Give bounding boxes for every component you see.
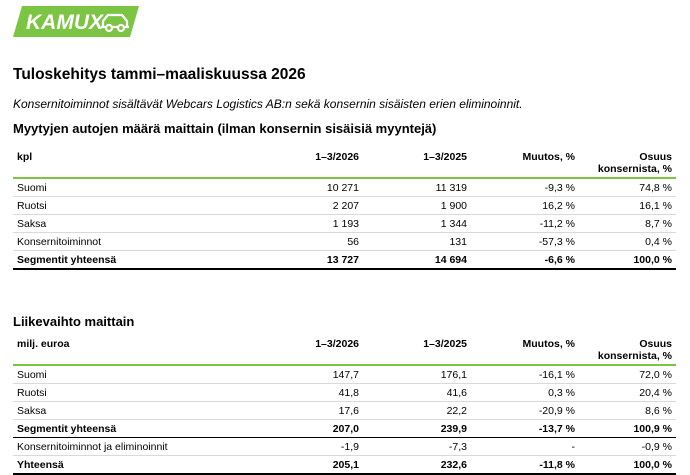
column-header: Muutos, % [471, 335, 579, 366]
row-label: Segmentit yhteensä [13, 419, 208, 438]
row-label: Ruotsi [13, 383, 208, 402]
cell: 176,1 [363, 365, 471, 384]
cell: 1 193 [208, 214, 363, 233]
table-row: Ruotsi 2 207 1 900 16,2 % 16,1 % [13, 196, 676, 215]
cell: 74,8 % [579, 178, 676, 197]
row-label: Saksa [13, 214, 208, 233]
cell: 2 207 [208, 196, 363, 215]
cell: -6,6 % [471, 250, 579, 270]
cell: 207,0 [208, 419, 363, 438]
column-header: kpl [13, 148, 208, 179]
column-header: milj. euroa [13, 335, 208, 366]
cell: 56 [208, 232, 363, 251]
row-label: Segmentit yhteensä [13, 250, 208, 270]
total-row: Segmentit yhteensä 13 727 14 694 -6,6 % … [13, 250, 676, 270]
table-row: Suomi 147,7 176,1 -16,1 % 72,0 % [13, 365, 676, 384]
table-row: Ruotsi 41,8 41,6 0,3 % 20,4 % [13, 383, 676, 402]
page-title: Tuloskehitys tammi–maaliskuussa 2026 [13, 66, 306, 83]
column-header: 1–3/2025 [363, 335, 471, 366]
cell: 11 319 [363, 178, 471, 197]
column-header: Osuus konsernista, % [579, 335, 676, 366]
cell: - [471, 437, 579, 456]
revenue-table: milj. euroa 1–3/2026 1–3/2025 Muutos, % … [13, 335, 676, 475]
cell: -7,3 [363, 437, 471, 456]
cell: -1,9 [208, 437, 363, 456]
cell: 239,9 [363, 419, 471, 438]
cell: 205,1 [208, 455, 363, 475]
cell: -16,1 % [471, 365, 579, 384]
table-header-row: milj. euroa 1–3/2026 1–3/2025 Muutos, % … [13, 335, 676, 366]
cell: -0,9 % [579, 437, 676, 456]
column-header: 1–3/2025 [363, 148, 471, 179]
cell: 72,0 % [579, 365, 676, 384]
cell: 10 271 [208, 178, 363, 197]
cell: 41,6 [363, 383, 471, 402]
cell: -57,3 % [471, 232, 579, 251]
cell: 14 694 [363, 250, 471, 270]
row-label: Konsernitoiminnot [13, 232, 208, 251]
row-label: Yhteensä [13, 455, 208, 475]
cell: 16,1 % [579, 196, 676, 215]
cell: -11,8 % [471, 455, 579, 475]
cell: -13,7 % [471, 419, 579, 438]
cell: 0,4 % [579, 232, 676, 251]
cell: 8,6 % [579, 401, 676, 420]
table-row: Saksa 1 193 1 344 -11,2 % 8,7 % [13, 214, 676, 233]
revenue-heading: Liikevaihto maittain [13, 314, 135, 329]
column-header: 1–3/2026 [208, 148, 363, 179]
table-row: Konsernitoiminnot ja eliminoinnit -1,9 -… [13, 437, 676, 456]
cell: 131 [363, 232, 471, 251]
svg-text:KAMUX: KAMUX [26, 11, 105, 34]
table-header-row: kpl 1–3/2026 1–3/2025 Muutos, % Osuus ko… [13, 148, 676, 179]
cell: 0,3 % [471, 383, 579, 402]
cell: 22,2 [363, 401, 471, 420]
table-row: Suomi 10 271 11 319 -9,3 % 74,8 % [13, 178, 676, 197]
cell: 13 727 [208, 250, 363, 270]
cell: 8,7 % [579, 214, 676, 233]
row-label: Suomi [13, 178, 208, 197]
cell: -11,2 % [471, 214, 579, 233]
cell: 20,4 % [579, 383, 676, 402]
row-label: Ruotsi [13, 196, 208, 215]
cell: 1 900 [363, 196, 471, 215]
total-row: Yhteensä 205,1 232,6 -11,8 % 100,0 % [13, 455, 676, 475]
cell: 17,6 [208, 401, 363, 420]
column-header: Muutos, % [471, 148, 579, 179]
column-header: Osuus konsernista, % [579, 148, 676, 179]
column-header: 1–3/2026 [208, 335, 363, 366]
row-label: Konsernitoiminnot ja eliminoinnit [13, 437, 208, 456]
table-row: Konsernitoiminnot 56 131 -57,3 % 0,4 % [13, 232, 676, 251]
cell: 100,0 % [579, 250, 676, 270]
cell: 1 344 [363, 214, 471, 233]
cell: 100,0 % [579, 455, 676, 475]
table-row: Saksa 17,6 22,2 -20,9 % 8,6 % [13, 401, 676, 420]
row-label: Saksa [13, 401, 208, 420]
row-label: Suomi [13, 365, 208, 384]
cell: 147,7 [208, 365, 363, 384]
subtotal-row: Segmentit yhteensä 207,0 239,9 -13,7 % 1… [13, 419, 676, 438]
cell: 100,9 % [579, 419, 676, 438]
sales-heading: Myytyjen autojen määrä maittain (ilman k… [13, 121, 437, 136]
intro-note: Konsernitoiminnot sisältävät Webcars Log… [13, 97, 523, 111]
cell: 41,8 [208, 383, 363, 402]
cell: 232,6 [363, 455, 471, 475]
cell: -9,3 % [471, 178, 579, 197]
cell: 16,2 % [471, 196, 579, 215]
kamux-logo: KAMUX [13, 6, 139, 37]
sales-table: kpl 1–3/2026 1–3/2025 Muutos, % Osuus ko… [13, 148, 676, 270]
cell: -20,9 % [471, 401, 579, 420]
